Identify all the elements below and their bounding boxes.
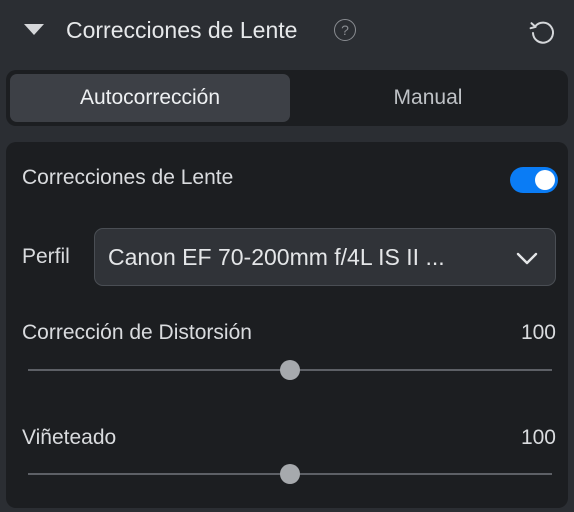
section-title: Correcciones de Lente xyxy=(66,17,298,43)
enable-corrections-label: Correcciones de Lente xyxy=(22,166,234,189)
vignetting-value[interactable]: 100 xyxy=(521,424,556,452)
chevron-down-icon xyxy=(516,252,538,265)
vignetting-label: Viñeteado xyxy=(22,426,117,449)
tab-autocorrection[interactable]: Autocorrección xyxy=(10,74,290,122)
tab-manual[interactable]: Manual xyxy=(292,74,564,122)
enable-corrections-toggle[interactable] xyxy=(510,167,558,193)
profile-select[interactable]: Canon EF 70-200mm f/4L IS II ... xyxy=(94,228,556,286)
slider-thumb[interactable] xyxy=(280,464,300,484)
settings-card: Correcciones de Lente Perfil Canon EF 70… xyxy=(6,142,568,508)
lens-corrections-panel: Correcciones de Lente ? Autocorrección M… xyxy=(0,0,574,512)
distortion-slider[interactable] xyxy=(28,358,552,382)
question-circle-icon[interactable]: ? xyxy=(334,19,356,41)
triangle-down-icon[interactable] xyxy=(24,24,44,35)
profile-select-value: Canon EF 70-200mm f/4L IS II ... xyxy=(108,244,445,270)
profile-label: Perfil xyxy=(22,245,70,268)
rotate-ccw-icon[interactable] xyxy=(526,16,558,48)
distortion-value[interactable]: 100 xyxy=(521,319,556,347)
section-header[interactable]: Correcciones de Lente ? xyxy=(0,0,574,62)
toggle-knob xyxy=(535,170,555,190)
vignetting-slider[interactable] xyxy=(28,462,552,486)
correction-mode-segmented: Autocorrección Manual xyxy=(6,70,568,126)
slider-thumb[interactable] xyxy=(280,360,300,380)
distortion-label: Corrección de Distorsión xyxy=(22,321,252,344)
